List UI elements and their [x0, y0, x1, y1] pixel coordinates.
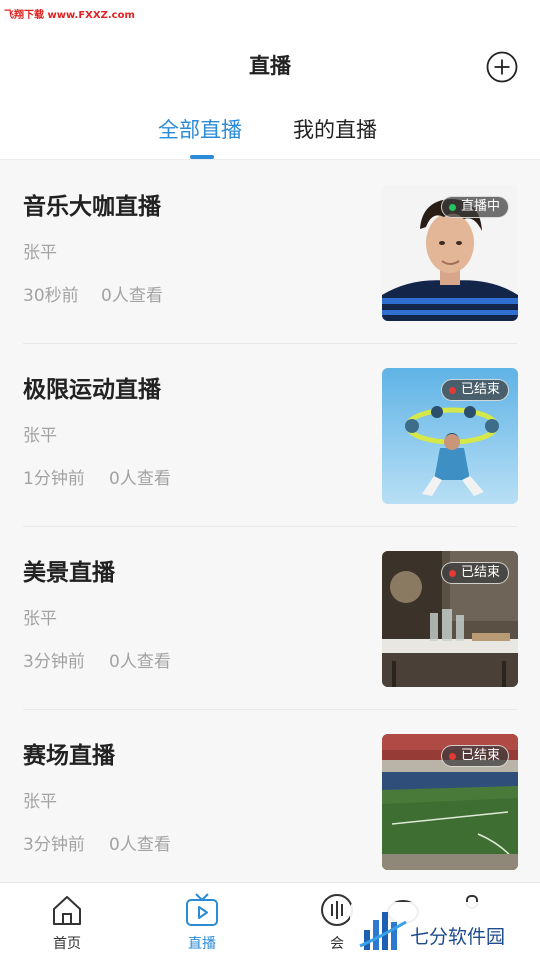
header: 直播 全部直播 我的直播: [0, 0, 540, 160]
live-time: 3分钟前: [23, 652, 85, 672]
live-title: 美景直播: [23, 560, 115, 586]
live-views: 0人查看: [109, 652, 171, 672]
tv-play-icon: [186, 893, 218, 926]
ended-dot-icon: [448, 753, 456, 760]
page-title: 直播: [249, 54, 291, 78]
live-time: 1分钟前: [23, 469, 85, 489]
live-title: 音乐大咖直播: [23, 194, 161, 220]
live-views: 0人查看: [101, 286, 163, 306]
active-tab-indicator: [190, 155, 214, 159]
list-item[interactable]: 极限运动直播 张平 1分钟前 0人查看 已结束: [0, 344, 540, 527]
live-time: 30秒前: [23, 286, 79, 306]
status-label: 已结束: [460, 748, 500, 763]
plus-circle-icon: [486, 51, 518, 83]
nav-live-label: 直播: [188, 936, 216, 952]
list-item[interactable]: 美景直播 张平 3分钟前 0人查看 已结束: [0, 527, 540, 710]
nav-live[interactable]: 直播: [167, 883, 237, 960]
status-badge: 已结束: [440, 745, 509, 767]
status-badge: 直播中: [440, 196, 509, 218]
live-author: 张平: [23, 609, 57, 629]
live-thumbnail[interactable]: 已结束: [382, 551, 518, 687]
list-item[interactable]: 音乐大咖直播 张平 30秒前 0人查看 直播中: [0, 161, 540, 344]
live-title: 赛场直播: [23, 743, 115, 769]
status-label: 直播中: [460, 199, 500, 214]
tab-my-live[interactable]: 我的直播: [293, 114, 377, 144]
live-thumbnail[interactable]: 直播中: [382, 185, 518, 321]
live-views: 0人查看: [109, 469, 171, 489]
status-badge: 已结束: [440, 562, 509, 584]
brand-logo-icon: [359, 912, 407, 950]
status-label: 已结束: [460, 565, 500, 580]
live-author: 张平: [23, 426, 57, 446]
live-author: 张平: [23, 243, 57, 263]
tab-all-live[interactable]: 全部直播: [158, 114, 242, 144]
live-views: 0人查看: [109, 835, 171, 855]
watermark-text: 飞翔下载 www.FXXZ.com: [4, 10, 135, 21]
home-icon: [53, 896, 81, 925]
status-label: 已结束: [460, 382, 500, 397]
live-author: 张平: [23, 792, 57, 812]
live-screen: 直播 全部直播 我的直播 飞翔下载 www.FXXZ.com 音乐大咖直播 张平…: [0, 0, 540, 960]
live-thumbnail[interactable]: 已结束: [382, 734, 518, 870]
status-badge: 已结束: [440, 379, 509, 401]
ended-dot-icon: [448, 570, 456, 577]
add-live-button[interactable]: [486, 51, 518, 83]
nav-home[interactable]: 首页: [32, 883, 102, 960]
live-time: 3分钟前: [23, 835, 85, 855]
nav-home-label: 首页: [53, 936, 81, 952]
brand-watermark: 七分软件园: [350, 902, 536, 956]
live-title: 极限运动直播: [23, 377, 161, 403]
live-dot-icon: [448, 204, 456, 211]
live-list: 音乐大咖直播 张平 30秒前 0人查看 直播中 极限运动直播 张平 1分钟前 0…: [0, 161, 540, 893]
list-item[interactable]: 赛场直播 张平 3分钟前 0人查看 已结束: [0, 710, 540, 893]
ended-dot-icon: [448, 387, 456, 394]
brand-text: 七分软件园: [410, 926, 506, 948]
live-thumbnail[interactable]: 已结束: [382, 368, 518, 504]
